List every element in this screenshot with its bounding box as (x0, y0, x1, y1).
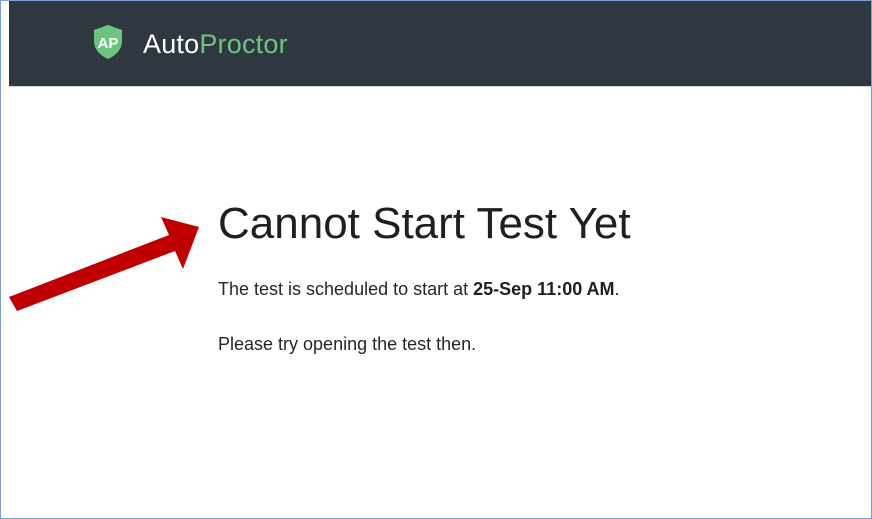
brand-name-proctor: Proctor (199, 29, 288, 59)
brand-name: AutoProctor (143, 27, 288, 61)
schedule-message: The test is scheduled to start at 25-Sep… (218, 277, 620, 301)
schedule-message-prefix: The test is scheduled to start at (218, 279, 474, 299)
autoproctor-shield-logo-icon: AP (94, 25, 122, 59)
header-divider (9, 86, 871, 87)
app-window: AP AutoProctor Cannot Start Test Yet The… (0, 0, 872, 519)
top-navigation-bar (9, 1, 871, 86)
brand-name-auto: Auto (143, 29, 200, 59)
page-title: Cannot Start Test Yet (218, 199, 631, 248)
retry-instruction: Please try opening the test then. (218, 334, 477, 354)
red-arrow-icon (9, 217, 199, 311)
schedule-time: 25-Sep 11:00 AM (473, 279, 615, 299)
svg-text:AP: AP (98, 35, 119, 52)
schedule-message-suffix: . (614, 279, 620, 299)
